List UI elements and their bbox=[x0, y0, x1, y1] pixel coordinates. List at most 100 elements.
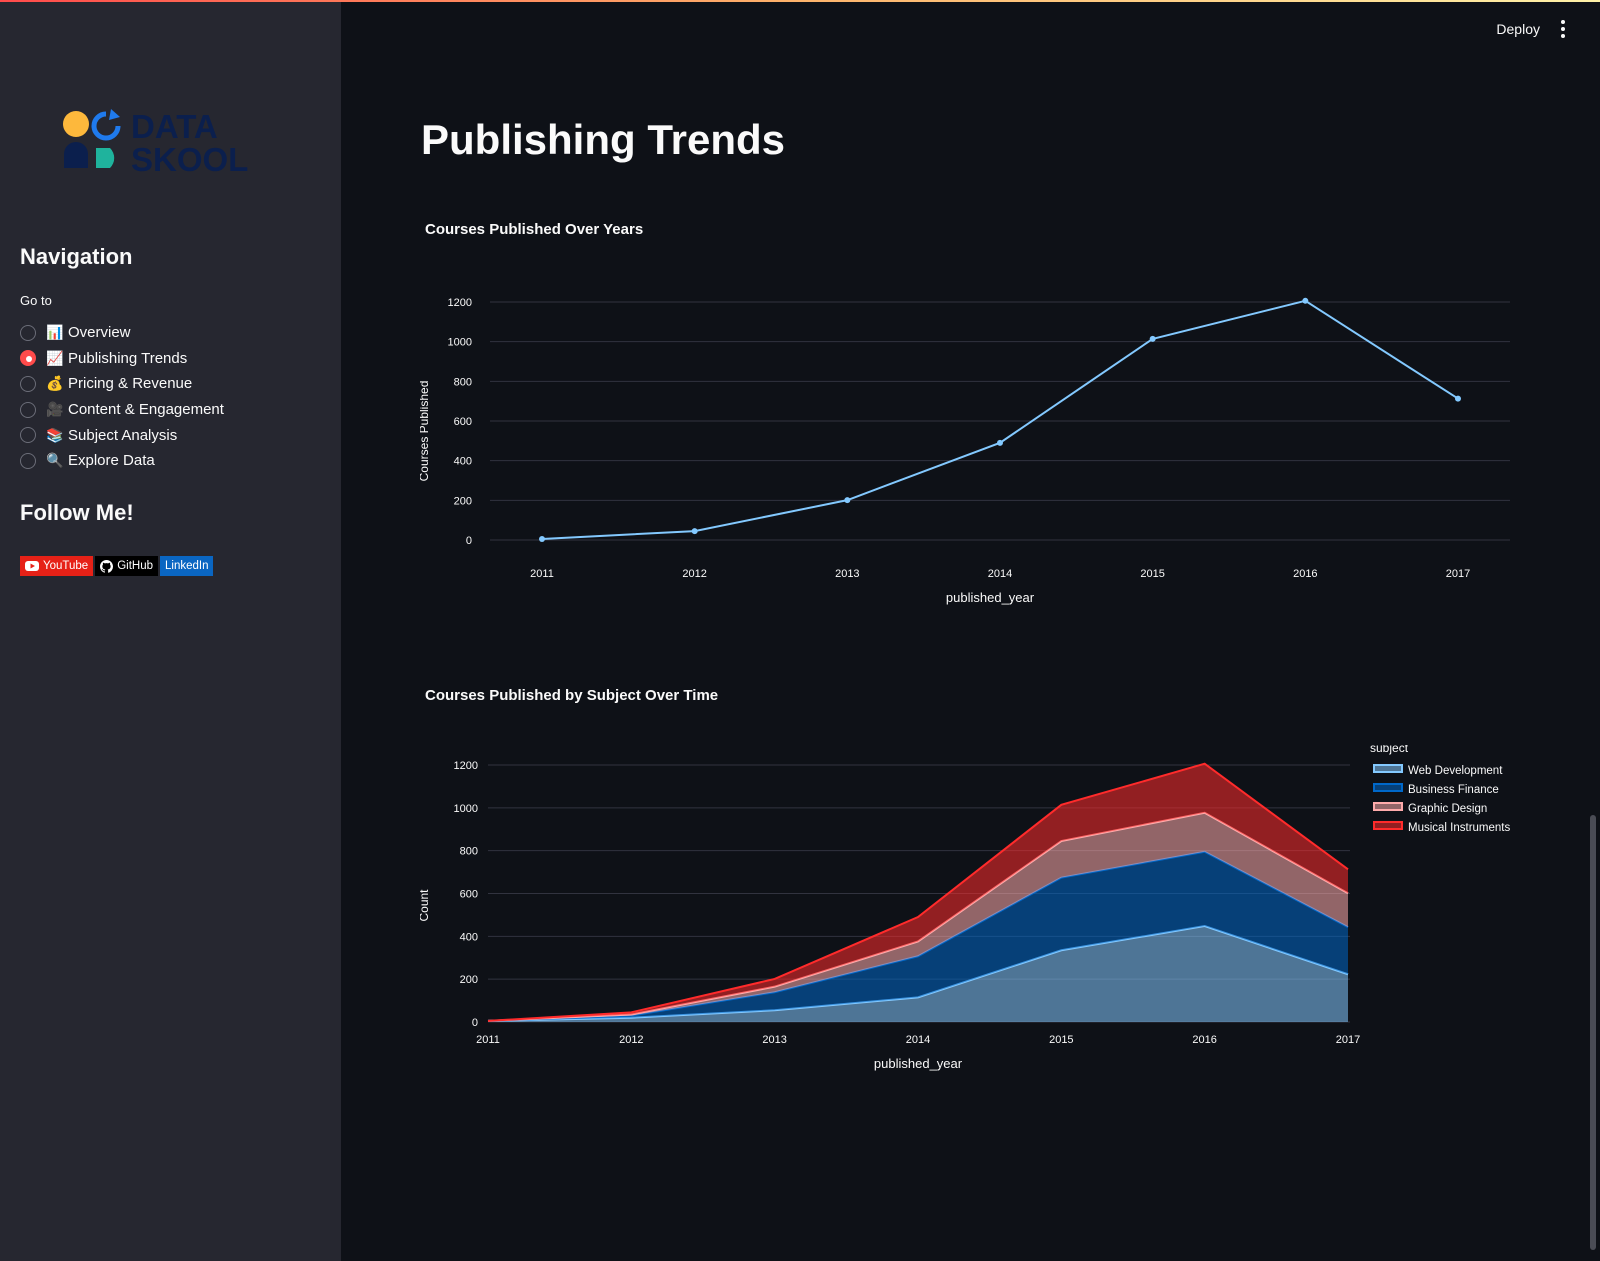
bar-chart-icon: 📊 bbox=[46, 324, 64, 341]
x-tick-label: 2017 bbox=[1446, 568, 1470, 580]
y-tick-label: 0 bbox=[472, 1017, 478, 1029]
radio-circle-icon[interactable] bbox=[20, 401, 36, 418]
chart-title-area: Courses Published by Subject Over Time bbox=[425, 687, 719, 704]
linkedin-badge[interactable]: LinkedIn bbox=[160, 556, 214, 576]
legend-swatch bbox=[1373, 821, 1403, 830]
x-tick-label: 2012 bbox=[682, 568, 706, 580]
github-icon bbox=[100, 559, 114, 573]
legend-label: Web Development bbox=[1408, 765, 1503, 777]
x-tick-label: 2011 bbox=[530, 568, 554, 580]
github-badge[interactable]: GitHub bbox=[95, 556, 158, 576]
legend-swatch bbox=[1373, 764, 1403, 773]
y-axis-label: Count bbox=[420, 889, 431, 922]
youtube-icon bbox=[25, 561, 39, 571]
goto-label: Go to bbox=[20, 293, 52, 308]
data-point bbox=[1302, 297, 1309, 304]
trend-chart-icon: 📈 bbox=[46, 349, 64, 366]
radio-selected-icon[interactable] bbox=[20, 350, 36, 367]
y-tick-label: 400 bbox=[460, 931, 478, 943]
y-tick-label: 1200 bbox=[448, 297, 472, 309]
nav-radio-pricing-revenue[interactable]: 💰 Pricing & Revenue bbox=[20, 371, 224, 397]
nav-radio-publishing-trends[interactable]: 📈 Publishing Trends bbox=[20, 346, 224, 372]
data-point bbox=[1149, 335, 1156, 342]
badge-label: LinkedIn bbox=[165, 560, 209, 572]
line-chart[interactable]: 0 200 400 600 800 1000 1200 2011 2012 2013 2014 201… bbox=[420, 280, 1520, 610]
data-point bbox=[539, 536, 545, 543]
nav-radio-explore-data[interactable]: 🔍 Explore Data bbox=[20, 448, 224, 474]
y-tick-label: 800 bbox=[454, 376, 472, 388]
legend-title: subject bbox=[1370, 745, 1409, 755]
x-tick-label: 2015 bbox=[1140, 568, 1164, 580]
y-tick-label: 0 bbox=[466, 535, 472, 547]
x-tick-label: 2016 bbox=[1293, 568, 1317, 580]
nav-label: Publishing Trends bbox=[68, 349, 188, 367]
page-scrollbar[interactable] bbox=[1590, 815, 1596, 1250]
series-line bbox=[541, 299, 1459, 541]
nav-label: Subject Analysis bbox=[68, 426, 178, 444]
y-tick-label: 1000 bbox=[454, 803, 478, 815]
y-tick-label: 600 bbox=[460, 889, 478, 901]
video-camera-icon: 🎥 bbox=[46, 401, 64, 418]
nav-radio-overview[interactable]: 📊 Overview bbox=[20, 320, 224, 346]
x-tick-label: 2014 bbox=[906, 1034, 930, 1046]
page-title: Publishing Trends bbox=[421, 116, 786, 163]
nav-label: Pricing & Revenue bbox=[68, 375, 193, 393]
stacked-area-chart[interactable]: 0 200 400 600 800 1000 1200 2011 2012 2013 2014 201… bbox=[420, 745, 1520, 1075]
dataskool-logo: DATA SKOOL bbox=[63, 108, 248, 176]
youtube-badge[interactable]: YouTube bbox=[20, 556, 94, 576]
y-tick-label: 1200 bbox=[454, 760, 478, 772]
data-point bbox=[691, 528, 698, 535]
navigation-radio-group: 📊 Overview 📈 Publishing Trends 💰 Pricing… bbox=[20, 320, 224, 474]
legend-label: Graphic Design bbox=[1408, 803, 1487, 815]
logo-line2: SKOOL bbox=[131, 141, 248, 176]
header-actions: Deploy bbox=[1496, 18, 1572, 40]
x-axis-label: published_year bbox=[946, 590, 1035, 605]
y-tick-label: 1000 bbox=[448, 337, 472, 349]
y-tick-label: 800 bbox=[460, 846, 478, 858]
badge-label: YouTube bbox=[43, 560, 89, 572]
follow-heading: Follow Me! bbox=[20, 500, 134, 525]
x-tick-label: 2015 bbox=[1049, 1034, 1073, 1046]
x-tick-label: 2013 bbox=[835, 568, 859, 580]
nav-label: Explore Data bbox=[68, 452, 155, 470]
legend-swatch bbox=[1373, 783, 1403, 792]
y-tick-label: 200 bbox=[460, 974, 478, 986]
chart-title-line: Courses Published Over Years bbox=[425, 221, 644, 238]
legend-label: Business Finance bbox=[1408, 784, 1499, 796]
y-tick-label: 200 bbox=[454, 495, 472, 507]
kebab-menu-icon[interactable] bbox=[1554, 18, 1572, 40]
radio-circle-icon[interactable] bbox=[20, 452, 36, 469]
data-point bbox=[1455, 395, 1461, 402]
top-accent-bar bbox=[0, 0, 1600, 2]
legend-swatch bbox=[1373, 802, 1403, 811]
nav-radio-content-engagement[interactable]: 🎥 Content & Engagement bbox=[20, 397, 224, 423]
radio-circle-icon[interactable] bbox=[20, 427, 36, 444]
x-tick-label: 2014 bbox=[988, 568, 1012, 580]
radio-circle-icon[interactable] bbox=[20, 375, 36, 392]
social-badges: YouTube GitHub LinkedIn bbox=[20, 556, 214, 576]
x-tick-label: 2011 bbox=[476, 1034, 500, 1046]
nav-label: Overview bbox=[68, 324, 131, 342]
y-axis-label: Courses Published bbox=[420, 381, 431, 482]
x-tick-label: 2013 bbox=[762, 1034, 786, 1046]
x-tick-label: 2017 bbox=[1336, 1034, 1360, 1046]
x-axis-label: published_year bbox=[874, 1056, 963, 1071]
badge-label: GitHub bbox=[117, 560, 153, 572]
books-icon: 📚 bbox=[46, 426, 64, 443]
navigation-heading: Navigation bbox=[20, 244, 133, 269]
x-tick-label: 2012 bbox=[619, 1034, 643, 1046]
legend-label: Musical Instruments bbox=[1408, 822, 1511, 834]
radio-circle-icon[interactable] bbox=[20, 324, 36, 341]
sidebar: DATA SKOOL Navigation Go to 📊 Overview 📈… bbox=[0, 0, 341, 1261]
deploy-button[interactable]: Deploy bbox=[1496, 21, 1540, 37]
y-tick-label: 400 bbox=[454, 456, 472, 468]
nav-label: Content & Engagement bbox=[68, 401, 224, 419]
y-tick-label: 600 bbox=[454, 416, 472, 428]
nav-radio-subject-analysis[interactable]: 📚 Subject Analysis bbox=[20, 422, 224, 448]
money-bag-icon: 💰 bbox=[46, 375, 64, 392]
x-tick-label: 2016 bbox=[1192, 1034, 1216, 1046]
magnifier-icon: 🔍 bbox=[46, 452, 64, 469]
data-point bbox=[844, 497, 851, 504]
logo-line1: DATA bbox=[131, 108, 218, 145]
data-point bbox=[997, 439, 1003, 446]
